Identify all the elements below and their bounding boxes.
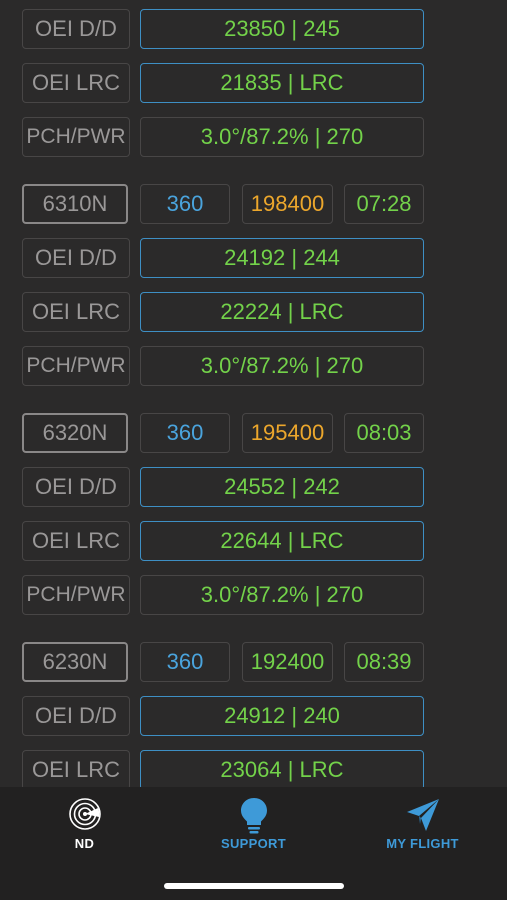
group-row-oei-dd: OEI D/D 24912 | 240 [0, 696, 507, 738]
tab-label: ND [74, 836, 95, 851]
row-label: PCH/PWR [22, 117, 130, 157]
weight-value: 198400 [242, 184, 333, 224]
tab-label: MY FLIGHT [386, 836, 459, 851]
row-value[interactable]: 24912 | 240 [140, 696, 424, 736]
time-value: 08:39 [344, 642, 424, 682]
tab-nd[interactable]: ND [0, 787, 169, 867]
row-value: 3.0°/87.2% | 270 [140, 575, 424, 615]
group-row-oei-dd: OEI D/D 24552 | 242 [0, 467, 507, 509]
group-row-oei-dd: OEI D/D 24192 | 244 [0, 238, 507, 280]
row-value[interactable]: 21835 | LRC [140, 63, 424, 103]
row-value: 3.0°/87.2% | 270 [140, 117, 424, 157]
row-value[interactable]: 22644 | LRC [140, 521, 424, 561]
group-header: 6230N 360 192400 08:39 [0, 642, 507, 684]
row-label: PCH/PWR [22, 346, 130, 386]
row-value[interactable]: 22224 | LRC [140, 292, 424, 332]
row-label: OEI D/D [22, 238, 130, 278]
group-header: 6310N 360 198400 07:28 [0, 184, 507, 226]
row-label: OEI D/D [22, 467, 130, 507]
radar-icon [0, 797, 169, 833]
heading-value: 360 [140, 413, 230, 453]
row-value[interactable]: 24552 | 242 [140, 467, 424, 507]
heading-value: 360 [140, 184, 230, 224]
row-value[interactable]: 24192 | 244 [140, 238, 424, 278]
paper-plane-icon [338, 797, 507, 833]
tab-my-flight[interactable]: MY FLIGHT [338, 787, 507, 867]
weight-value: 192400 [242, 642, 333, 682]
row-label: PCH/PWR [22, 575, 130, 615]
row-label: OEI LRC [22, 63, 130, 103]
row-value: 3.0°/87.2% | 270 [140, 346, 424, 386]
top-row-oei-dd: OEI D/D 23850 | 245 [0, 9, 507, 51]
home-indicator[interactable] [164, 883, 344, 889]
row-label: OEI LRC [22, 750, 130, 787]
weight-value: 195400 [242, 413, 333, 453]
group-row-oei-lrc: OEI LRC 22644 | LRC [0, 521, 507, 563]
row-value[interactable]: 23850 | 245 [140, 9, 424, 49]
group-row-pch-pwr: PCH/PWR 3.0°/87.2% | 270 [0, 346, 507, 388]
time-value: 07:28 [344, 184, 424, 224]
heading-value: 360 [140, 642, 230, 682]
row-label: OEI LRC [22, 521, 130, 561]
waypoint-button[interactable]: 6310N [22, 184, 128, 224]
tab-support[interactable]: SUPPORT [169, 787, 338, 867]
waypoint-button[interactable]: 6320N [22, 413, 128, 453]
waypoint-button[interactable]: 6230N [22, 642, 128, 682]
row-label: OEI D/D [22, 9, 130, 49]
group-row-oei-lrc: OEI LRC 22224 | LRC [0, 292, 507, 334]
flight-levels-list[interactable]: OEI D/D 23850 | 245 OEI LRC 21835 | LRC … [0, 0, 507, 787]
row-label: OEI LRC [22, 292, 130, 332]
lightbulb-icon [169, 797, 338, 834]
tab-label: SUPPORT [221, 836, 286, 851]
top-row-pch-pwr: PCH/PWR 3.0°/87.2% | 270 [0, 117, 507, 159]
row-value[interactable]: 23064 | LRC [140, 750, 424, 787]
group-row-pch-pwr: PCH/PWR 3.0°/87.2% | 270 [0, 575, 507, 617]
time-value: 08:03 [344, 413, 424, 453]
top-row-oei-lrc: OEI LRC 21835 | LRC [0, 63, 507, 105]
row-label: OEI D/D [22, 696, 130, 736]
group-header: 6320N 360 195400 08:03 [0, 413, 507, 455]
group-row-oei-lrc: OEI LRC 23064 | LRC [0, 750, 507, 787]
